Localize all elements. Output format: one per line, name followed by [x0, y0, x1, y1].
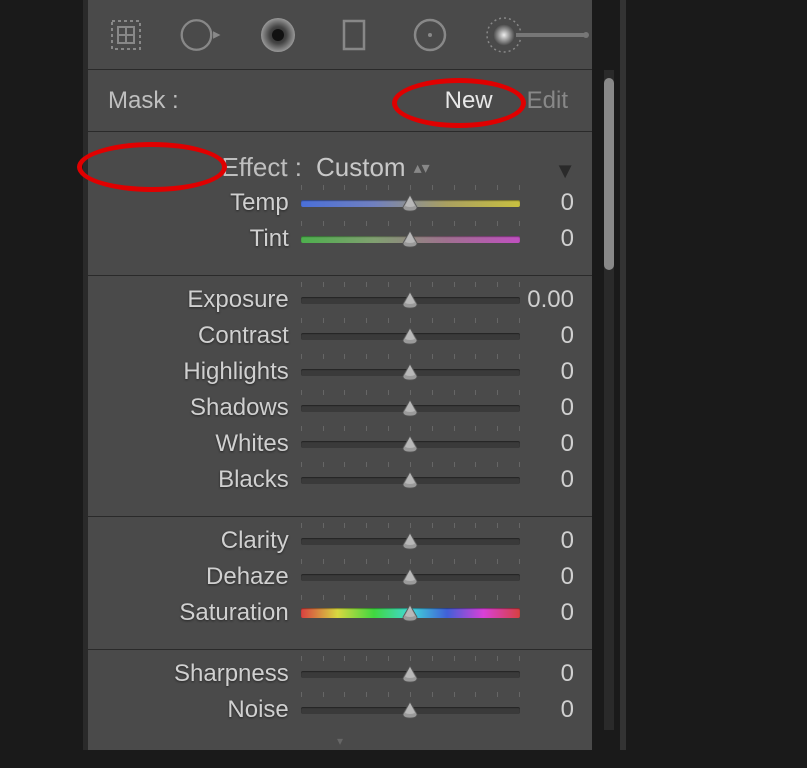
slider-label: Whites	[88, 430, 301, 458]
adjustment-panel: Mask : New Edit Effect : Custom ▴▾ ▼ Tem…	[88, 0, 592, 750]
slider-label: Contrast	[88, 322, 301, 350]
slider-label: Noise	[88, 696, 301, 724]
slider-value[interactable]: 0	[520, 599, 592, 627]
slider-label: Blacks	[88, 466, 301, 494]
slider-saturation[interactable]	[301, 601, 520, 625]
updown-icon: ▴▾	[414, 158, 430, 178]
slider-knob-icon[interactable]	[400, 700, 420, 720]
slider-value[interactable]: 0	[520, 358, 592, 386]
slider-row-highlights: Highlights 0	[88, 354, 592, 390]
slider-value[interactable]: 0	[520, 394, 592, 422]
radial-filled-icon[interactable]	[254, 11, 302, 59]
slider-row-contrast: Contrast 0	[88, 318, 592, 354]
tool-toolbar	[88, 0, 592, 70]
brush-range-icon[interactable]	[482, 11, 592, 59]
slider-knob-icon[interactable]	[400, 434, 420, 454]
slider-label: Clarity	[88, 527, 301, 555]
panel-right-divider	[620, 0, 626, 750]
effect-row: Effect : Custom ▴▾ ▼	[88, 138, 592, 185]
slider-row-saturation: Saturation 0	[88, 595, 592, 631]
slider-label: Sharpness	[88, 660, 301, 688]
slider-dehaze[interactable]	[301, 565, 520, 589]
slider-row-dehaze: Dehaze 0	[88, 559, 592, 595]
slider-sharpness[interactable]	[301, 662, 520, 686]
rect-select-icon[interactable]	[330, 11, 378, 59]
slider-value[interactable]: 0	[520, 660, 592, 688]
effect-dropdown[interactable]: Custom ▴▾	[316, 152, 430, 183]
slider-value[interactable]: 0	[520, 466, 592, 494]
new-mask-button[interactable]: New	[437, 83, 501, 119]
scrollbar-thumb[interactable]	[604, 78, 614, 270]
crop-grid-icon[interactable]	[102, 11, 150, 59]
slider-section: Clarity 0 Dehaze 0 Saturation 0	[88, 517, 592, 650]
slider-label: Saturation	[88, 599, 301, 627]
slider-noise[interactable]	[301, 698, 520, 722]
slider-knob-icon[interactable]	[400, 603, 420, 623]
mask-label: Mask :	[108, 87, 179, 115]
slider-knob-icon[interactable]	[400, 290, 420, 310]
slider-row-tint: Tint 0	[88, 221, 592, 257]
slider-exposure[interactable]	[301, 288, 520, 312]
slider-section: Exposure 0.00 Contrast 0 Highlights 0 Sh…	[88, 276, 592, 517]
slider-knob-icon[interactable]	[400, 326, 420, 346]
slider-value[interactable]: 0.00	[520, 286, 592, 314]
slider-tint[interactable]	[301, 227, 520, 251]
slider-clarity[interactable]	[301, 529, 520, 553]
slider-row-noise: Noise 0	[88, 692, 592, 728]
slider-label: Temp	[88, 189, 301, 217]
slider-section: Effect : Custom ▴▾ ▼ Temp 0 Tint 0	[88, 132, 592, 276]
disclosure-triangle-icon[interactable]: ▼	[554, 158, 576, 184]
slider-row-shadows: Shadows 0	[88, 390, 592, 426]
slider-row-blacks: Blacks 0	[88, 462, 592, 498]
mask-row: Mask : New Edit	[88, 70, 592, 132]
slider-label: Tint	[88, 225, 301, 253]
effect-label: Effect :	[108, 152, 316, 183]
slider-value[interactable]: 0	[520, 563, 592, 591]
slider-row-temp: Temp 0	[88, 185, 592, 221]
slider-label: Shadows	[88, 394, 301, 422]
slider-value[interactable]: 0	[520, 527, 592, 555]
slider-blacks[interactable]	[301, 468, 520, 492]
slider-row-whites: Whites 0	[88, 426, 592, 462]
slider-row-exposure: Exposure 0.00	[88, 282, 592, 318]
slider-knob-icon[interactable]	[400, 229, 420, 249]
slider-value[interactable]: 0	[520, 696, 592, 724]
slider-value[interactable]: 0	[520, 430, 592, 458]
slider-knob-icon[interactable]	[400, 531, 420, 551]
slider-knob-icon[interactable]	[400, 362, 420, 382]
circle-point-icon[interactable]	[406, 11, 454, 59]
slider-value[interactable]: 0	[520, 322, 592, 350]
slider-knob-icon[interactable]	[400, 567, 420, 587]
slider-contrast[interactable]	[301, 324, 520, 348]
effect-value-text: Custom	[316, 152, 406, 183]
panel-resize-notch[interactable]: ▾	[337, 734, 343, 748]
slider-whites[interactable]	[301, 432, 520, 456]
slider-knob-icon[interactable]	[400, 470, 420, 490]
slider-label: Dehaze	[88, 563, 301, 591]
slider-value[interactable]: 0	[520, 189, 592, 217]
slider-row-sharpness: Sharpness 0	[88, 656, 592, 692]
slider-temp[interactable]	[301, 191, 520, 215]
edit-mask-button[interactable]: Edit	[519, 83, 576, 119]
slider-knob-icon[interactable]	[400, 398, 420, 418]
slider-label: Exposure	[88, 286, 301, 314]
slider-section: Sharpness 0 Noise 0	[88, 650, 592, 768]
slider-shadows[interactable]	[301, 396, 520, 420]
slider-knob-icon[interactable]	[400, 664, 420, 684]
slider-knob-icon[interactable]	[400, 193, 420, 213]
slider-label: Highlights	[88, 358, 301, 386]
slider-value[interactable]: 0	[520, 225, 592, 253]
slider-row-clarity: Clarity 0	[88, 523, 592, 559]
radial-circle-icon[interactable]	[178, 11, 226, 59]
slider-highlights[interactable]	[301, 360, 520, 384]
